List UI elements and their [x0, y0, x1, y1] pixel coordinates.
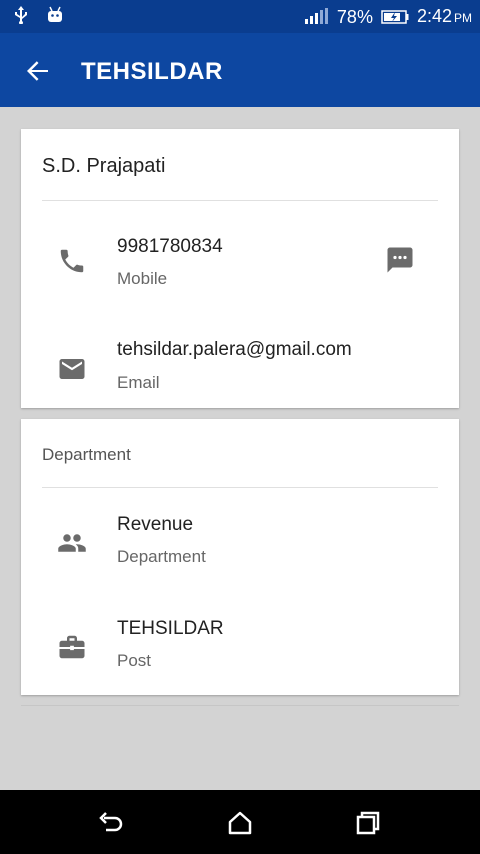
email-label: Email: [117, 373, 160, 392]
android-icon: [48, 6, 62, 22]
signal-icon: [304, 7, 328, 24]
recent-apps-icon[interactable]: [353, 808, 383, 838]
phone-icon: [60, 249, 84, 273]
post-value: TEHSILDAR: [117, 618, 224, 639]
department-row: Revenue Department: [21, 501, 459, 591]
department-heading: Department: [42, 445, 131, 464]
phone-row[interactable]: 9981780834 Mobile: [21, 215, 459, 305]
app-bar: TEHSILDAR: [0, 33, 480, 107]
page-title: TEHSILDAR: [81, 58, 223, 85]
email-icon: [59, 359, 85, 379]
clock-time: 2:42: [416, 6, 452, 26]
navigation-bar: [0, 790, 480, 854]
clock-ampm: PM: [454, 11, 472, 25]
status-bar: 78% 2:42 PM: [0, 0, 480, 33]
message-icon[interactable]: [385, 245, 415, 275]
department-label: Department: [117, 547, 206, 566]
people-icon: [58, 534, 86, 552]
phone-number: 9981780834: [117, 236, 223, 257]
back-nav-icon[interactable]: [96, 808, 126, 838]
divider: [42, 487, 438, 488]
back-arrow-icon[interactable]: [22, 55, 54, 87]
home-nav-icon[interactable]: [225, 808, 255, 838]
email-address: tehsildar.palera@gmail.com: [117, 339, 352, 360]
email-row[interactable]: tehsildar.palera@gmail.com Email: [21, 318, 459, 408]
clock: 2:42 PM: [417, 6, 472, 27]
content-area: S.D. Prajapati 9981780834 Mobile tehsild…: [0, 107, 480, 790]
contact-name: S.D. Prajapati: [42, 155, 166, 177]
briefcase-icon: [59, 635, 85, 659]
battery-percent: 78%: [336, 6, 373, 27]
post-row: TEHSILDAR Post: [21, 605, 459, 695]
phone-label: Mobile: [117, 269, 168, 288]
divider: [21, 705, 459, 706]
usb-icon: [15, 6, 27, 24]
battery-icon: [381, 9, 409, 24]
post-label: Post: [117, 651, 152, 670]
divider: [42, 200, 438, 201]
department-card: Department Revenue Department TEHSILDAR …: [21, 419, 459, 695]
department-value: Revenue: [117, 514, 194, 535]
contact-card: S.D. Prajapati 9981780834 Mobile tehsild…: [21, 129, 459, 408]
